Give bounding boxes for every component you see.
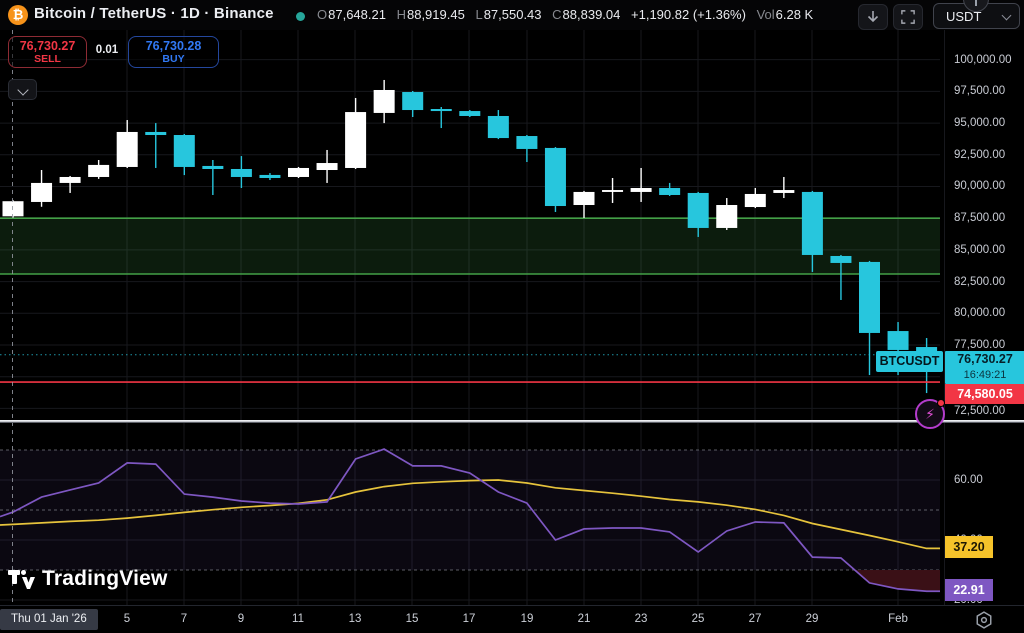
price-axis[interactable]: 100,000.00 97,500.00 95,000.00 92,500.00 90,… xyxy=(944,30,1024,605)
collapse-widget-button[interactable] xyxy=(8,79,37,100)
open-label: O xyxy=(317,7,327,22)
chevron-down-icon xyxy=(1002,11,1012,21)
current-price-box[interactable]: 76,730.27 16:49:21 xyxy=(945,351,1024,384)
time-axis-tick: 29 xyxy=(806,613,819,625)
rsi-ma-value-box: 37.20 xyxy=(945,536,993,558)
tradingview-watermark: TradingView xyxy=(8,567,168,591)
time-axis-tick: 25 xyxy=(692,613,705,625)
indicator-axis-label: 60.00 xyxy=(954,474,983,486)
crosshair-date-box: Thu 01 Jan '26 xyxy=(0,609,98,630)
sell-price: 76,730.27 xyxy=(9,39,86,53)
header-bar: ₿ Bitcoin / TetherUS · 1D · Binance O87,… xyxy=(0,0,1024,30)
volume-value: 6.28 K xyxy=(776,7,814,22)
time-axis-tick: 13 xyxy=(349,613,362,625)
tradingview-chart-window: ₿ Bitcoin / TetherUS · 1D · Binance O87,… xyxy=(0,0,1024,633)
watermark-text: TradingView xyxy=(42,567,168,591)
price-axis-label: 92,500.00 xyxy=(954,149,1005,161)
price-axis-label: 90,000.00 xyxy=(954,180,1005,192)
low-label: L xyxy=(475,7,482,22)
price-axis-label: 82,500.00 xyxy=(954,276,1005,288)
buy-label: BUY xyxy=(129,53,218,65)
price-axis-label: 100,000.00 xyxy=(954,54,1012,66)
arrow-down-icon xyxy=(865,10,881,24)
spread-value: 0.01 xyxy=(88,44,126,56)
time-axis-tick: 21 xyxy=(578,613,591,625)
price-axis-label: 77,500.00 xyxy=(954,339,1005,351)
close-label: C xyxy=(552,7,561,22)
change-value: +1,190.82 (+1.36%) xyxy=(631,7,746,22)
fullscreen-icon xyxy=(901,10,915,24)
symbol-title[interactable]: Bitcoin / TetherUS · 1D · Binance xyxy=(34,5,274,22)
buy-button[interactable]: 76,730.28 BUY xyxy=(128,36,219,68)
price-axis-label: 95,000.00 xyxy=(954,117,1005,129)
time-axis-tick: 23 xyxy=(635,613,648,625)
rsi-value-box: 22.91 xyxy=(945,579,993,601)
time-axis-tick: 17 xyxy=(463,613,476,625)
time-axis-tick: 9 xyxy=(238,613,244,625)
bar-countdown: 16:49:21 xyxy=(945,368,1024,382)
time-axis-tick: Feb xyxy=(888,613,908,625)
timezone-settings-icon[interactable] xyxy=(974,611,994,629)
bitcoin-logo-icon: ₿ xyxy=(8,5,28,25)
time-axis-tick: 5 xyxy=(124,613,130,625)
price-axis-label: 97,500.00 xyxy=(954,85,1005,97)
ohlc-readout: O87,648.21 H88,919.45 L87,550.43 C88,839… xyxy=(317,7,813,22)
price-axis-label: 85,000.00 xyxy=(954,244,1005,256)
price-axis-label: 80,000.00 xyxy=(954,307,1005,319)
price-chart-canvas[interactable] xyxy=(0,30,944,605)
symbol-price-tag: BTCUSDT xyxy=(876,351,943,372)
notification-dot xyxy=(937,399,945,407)
pane-separator-handle[interactable] xyxy=(0,420,1024,423)
price-axis-label: 87,500.00 xyxy=(954,212,1005,224)
scroll-to-recent-button[interactable] xyxy=(858,4,888,30)
time-axis-tick: 11 xyxy=(292,613,304,625)
market-status-dot[interactable] xyxy=(296,12,305,21)
close-value: 88,839.04 xyxy=(563,7,621,22)
sell-label: SELL xyxy=(9,53,86,65)
price-axis-label: 72,500.00 xyxy=(954,405,1005,417)
sell-button[interactable]: 76,730.27 SELL xyxy=(8,36,87,68)
buy-price: 76,730.28 xyxy=(129,39,218,53)
time-axis-tick: 19 xyxy=(521,613,534,625)
flash-lightning-icon[interactable]: ⚡ xyxy=(915,399,945,429)
current-price-value: 76,730.27 xyxy=(945,351,1024,368)
time-axis-tick: 7 xyxy=(181,613,187,625)
time-axis-tick: 15 xyxy=(406,613,419,625)
volume-label: Vol xyxy=(757,7,775,22)
high-value: 88,919.45 xyxy=(407,7,465,22)
low-value: 87,550.43 xyxy=(484,7,542,22)
fullscreen-button[interactable] xyxy=(893,4,923,30)
tradingview-logo-icon xyxy=(8,570,35,589)
high-label: H xyxy=(397,7,406,22)
alert-price-box[interactable]: 74,580.05 xyxy=(945,384,1024,404)
time-axis[interactable]: Thu 01 Jan '26 5 7 9 11 13 15 17 19 21 23 25 27 29 Fe… xyxy=(0,605,1024,633)
time-axis-tick: 27 xyxy=(749,613,762,625)
open-value: 87,648.21 xyxy=(328,7,386,22)
